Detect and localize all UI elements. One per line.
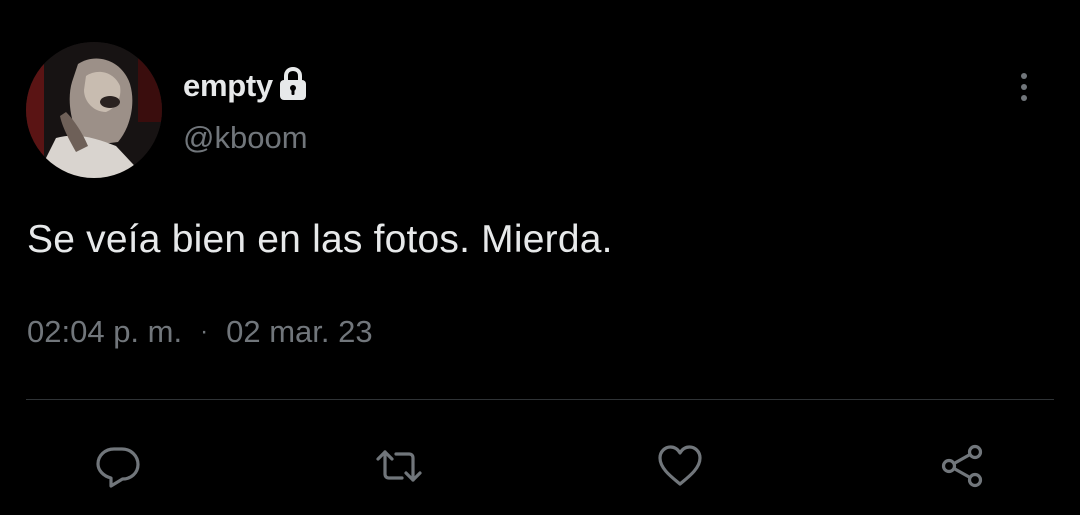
heart-icon xyxy=(658,445,702,486)
tweet-date[interactable]: 02 mar. 23 xyxy=(226,314,372,350)
tweet-time[interactable]: 02:04 p. m. xyxy=(27,314,182,350)
retweet-arrows-icon xyxy=(376,450,422,482)
share-nodes-icon xyxy=(941,444,983,488)
more-dot xyxy=(1021,84,1027,90)
more-options-button[interactable] xyxy=(1004,62,1044,112)
share-button[interactable] xyxy=(934,438,990,494)
more-dot xyxy=(1021,95,1027,101)
reply-button[interactable] xyxy=(90,438,146,494)
avatar-photo xyxy=(26,42,162,178)
divider xyxy=(26,399,1054,400)
user-handle[interactable]: @kboom xyxy=(183,120,308,156)
display-name-row: empty xyxy=(183,66,309,106)
speech-bubble-icon xyxy=(96,447,140,488)
avatar[interactable] xyxy=(26,42,162,178)
tweet-text: Se veía bien en las fotos. Mierda. xyxy=(27,218,613,261)
retweet-button[interactable] xyxy=(371,438,427,494)
like-button[interactable] xyxy=(652,438,708,494)
meta-separator: · xyxy=(200,318,209,345)
tweet-timestamp: 02:04 p. m. · 02 mar. 23 xyxy=(27,314,373,350)
more-dot xyxy=(1021,73,1027,79)
display-name[interactable]: empty xyxy=(183,68,273,104)
lock-icon xyxy=(277,66,309,102)
